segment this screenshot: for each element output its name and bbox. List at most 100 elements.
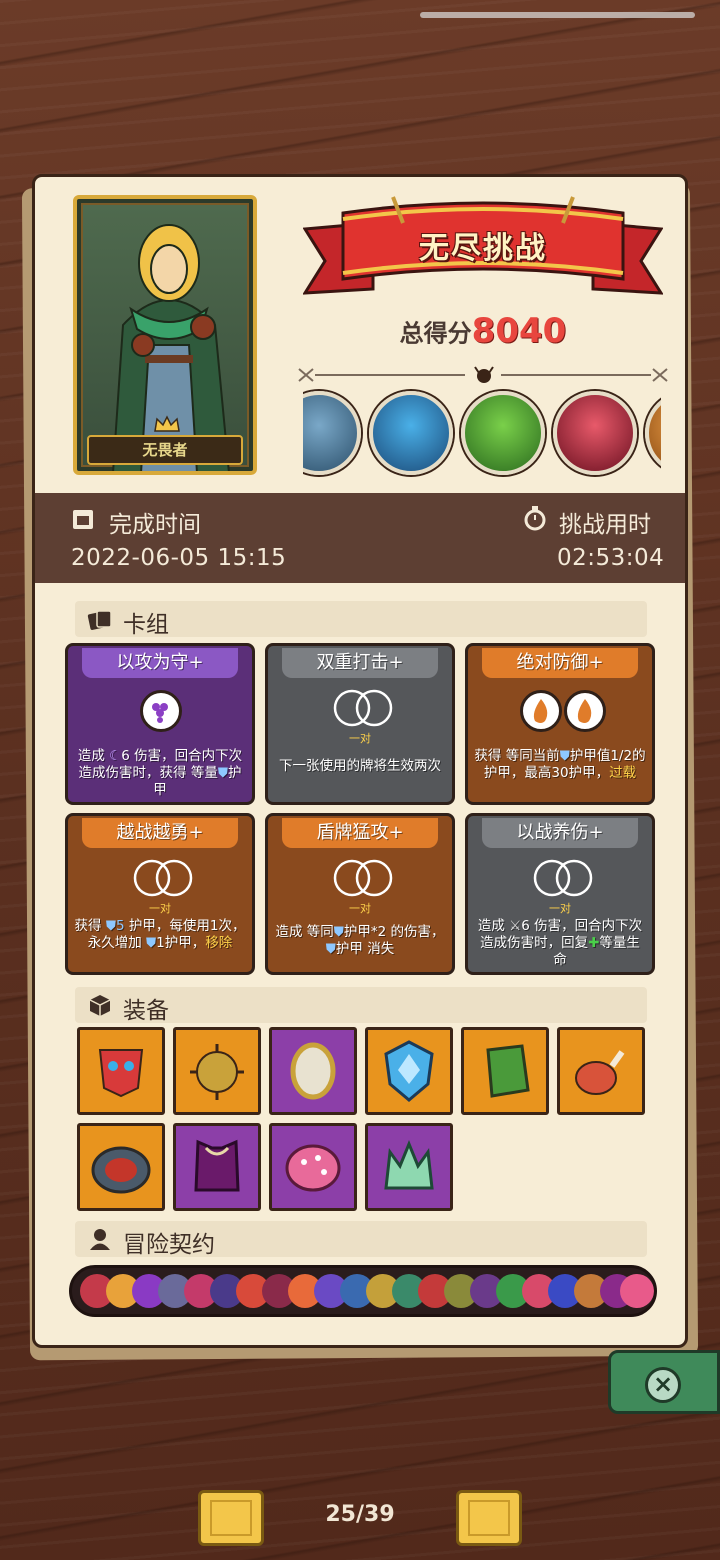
card-pair-tag: 一对 [549,902,571,915]
pair-circles-icon [133,859,193,897]
card-jue-dui-fang-yu[interactable]: 绝对防御+ 获得 等同当前⛊护甲值1/2的护甲，最高30护甲，过载 [465,643,655,805]
equipment-spotted-shell[interactable] [269,1123,357,1211]
pair-circles-icon [333,689,393,727]
stopwatch-icon [524,506,546,531]
equipment-meat-leg[interactable] [557,1027,645,1115]
challenge-info-band: 完成时间 2022-06-05 15:15 挑战用时 02:53:04 [35,493,685,583]
endless-challenge-banner: 无尽挑战 [302,193,664,303]
card-description: 获得 等同当前⛊护甲值1/2的护甲，最高30护甲，过载 [474,748,646,781]
boss-avatar-fire-spirit [645,391,661,475]
mirror-icon [290,1042,336,1100]
next-page-button[interactable] [456,1490,522,1546]
hero-name: 无畏者 [87,435,243,465]
card-pair-tag: 一对 [149,902,171,915]
challenge-duration-value: 02:53:04 [557,545,665,571]
equipment-lava-ring[interactable] [77,1123,165,1211]
boss-avatar-goblin-king [461,391,545,475]
equipment-crystal-shield[interactable] [365,1027,453,1115]
deck-section-title: 卡组 [123,612,169,638]
card-dun-pai-meng-gong[interactable]: 盾牌猛攻+ 一对 造成 等同⛊护甲*2 的伤害，⛊护甲 消失 [265,813,455,975]
crystal-shield-icon [384,1040,434,1102]
card-description: 造成 ⚔6 伤害，回合内下次造成伤害时，回复✚等量生命 [477,918,643,968]
shield-icon: ⛊ [217,765,228,781]
total-score: 总得分8040 [303,311,663,351]
grape-icon [140,690,182,732]
fire-orb-icon [520,690,562,732]
banner-title: 无尽挑战 [419,231,547,266]
equipment-section-header: 装备 [75,987,647,1024]
equipment-jade-crown[interactable] [365,1123,453,1211]
calendar-icon [73,510,93,529]
sword-icon: ⚔ [509,918,522,934]
card-title: 绝对防御+ [482,648,638,678]
shield-icon: ⛊ [559,748,570,764]
card-title: 越战越勇+ [82,818,238,848]
person-icon [90,1229,110,1250]
system-home-indicator [420,12,695,18]
card-shuang-chong-da-ji[interactable]: 双重打击+ 一对 下一张使用的牌将生效两次 [265,643,455,805]
divider-line-left [315,374,465,376]
pair-circles-icon [333,859,393,897]
card-yi-zhan-yang-shang[interactable]: 以战养伤+ 一对 造成 ⚔6 伤害，回合内下次造成伤害时，回复✚等量生命 [465,813,655,975]
box-icon [89,995,111,1016]
card-title: 盾牌猛攻+ [282,818,438,848]
shield-icon: ⛊ [325,941,336,957]
pair-circles-icon [533,859,593,897]
finish-time-value: 2022-06-05 15:15 [71,545,287,571]
scroll-right-icon [468,1500,510,1536]
card-title: 双重打击+ [282,648,438,678]
boss-avatar-vampire [553,391,637,475]
skull-horns-icon [474,366,494,383]
boss-divider [297,365,669,385]
divider-line-right [501,374,651,376]
mask-icon [98,1049,144,1098]
heal-plus-icon: ✚ [588,935,600,951]
equipment-section-title: 装备 [123,998,169,1024]
amulet-icon [190,1044,244,1100]
equipment-magic-mirror[interactable] [269,1027,357,1115]
shield-icon: ⛊ [105,918,116,934]
close-button[interactable]: × [608,1350,720,1414]
card-description: 下一张使用的牌将生效两次 [279,758,441,774]
fire-orb-icon [564,690,606,732]
adventure-contract-strip[interactable] [69,1265,657,1317]
finish-time-label: 完成时间 [109,512,201,538]
close-icon: × [645,1367,681,1403]
equipment-tribal-mask[interactable] [77,1027,165,1115]
moon-icon: ☾ [109,748,122,764]
challenge-duration-label: 挑战用时 [559,512,651,538]
page-indicator: 25/39 [325,1502,395,1527]
equipment-mossy-stone[interactable] [461,1027,549,1115]
contract-section-title: 冒险契约 [123,1232,215,1258]
armor-icon [194,1139,240,1192]
card-description: 造成 等同⛊护甲*2 的伤害，⛊护甲 消失 [275,924,445,957]
ring-icon [91,1146,151,1194]
card-title: 以战养伤+ [482,818,638,848]
crown-icon [154,415,180,432]
shell-icon [285,1144,341,1192]
card-title: 以攻为守+ [82,648,238,678]
boss-avatar-blue-beast [303,391,361,475]
shield-icon: ⛊ [333,924,344,940]
card-gong-wei-shou[interactable]: 以攻为守+ 造成 ☾6 伤害，回合内下次造成伤害时，获得 等量⛊护甲 [65,643,255,805]
card-yue-zhan-yue-yong[interactable]: 越战越勇+ 一对 获得 ⛊5 护甲，每使用1次，永久增加 ⛊1护甲，移除 [65,813,255,975]
equipment-golden-sun-amulet[interactable] [173,1027,261,1115]
moss-stone-icon [486,1044,530,1098]
card-description: 获得 ⛊5 护甲，每使用1次，永久增加 ⛊1护甲，移除 [74,918,246,951]
card-pair-tag: 一对 [349,732,371,745]
card-pair-tag: 一对 [349,902,371,915]
equipment-purple-armor[interactable] [173,1123,261,1211]
score-value: 8040 [471,311,567,351]
cards-icon [87,610,112,630]
deck-section-header: 卡组 [75,601,647,638]
defeated-bosses-list[interactable] [303,387,661,479]
meat-icon [575,1050,625,1095]
hero-portrait-card: 无畏者 [73,195,257,475]
crossed-swords-icon-left [298,368,314,382]
boss-avatar-crowned-spider [369,391,453,475]
contract-section-header: 冒险契约 [75,1221,647,1258]
jade-crown-icon [384,1140,434,1190]
previous-page-button[interactable] [198,1490,264,1546]
score-label: 总得分 [399,319,472,348]
card-description: 造成 ☾6 伤害，回合内下次造成伤害时，获得 等量⛊护甲 [77,748,243,798]
